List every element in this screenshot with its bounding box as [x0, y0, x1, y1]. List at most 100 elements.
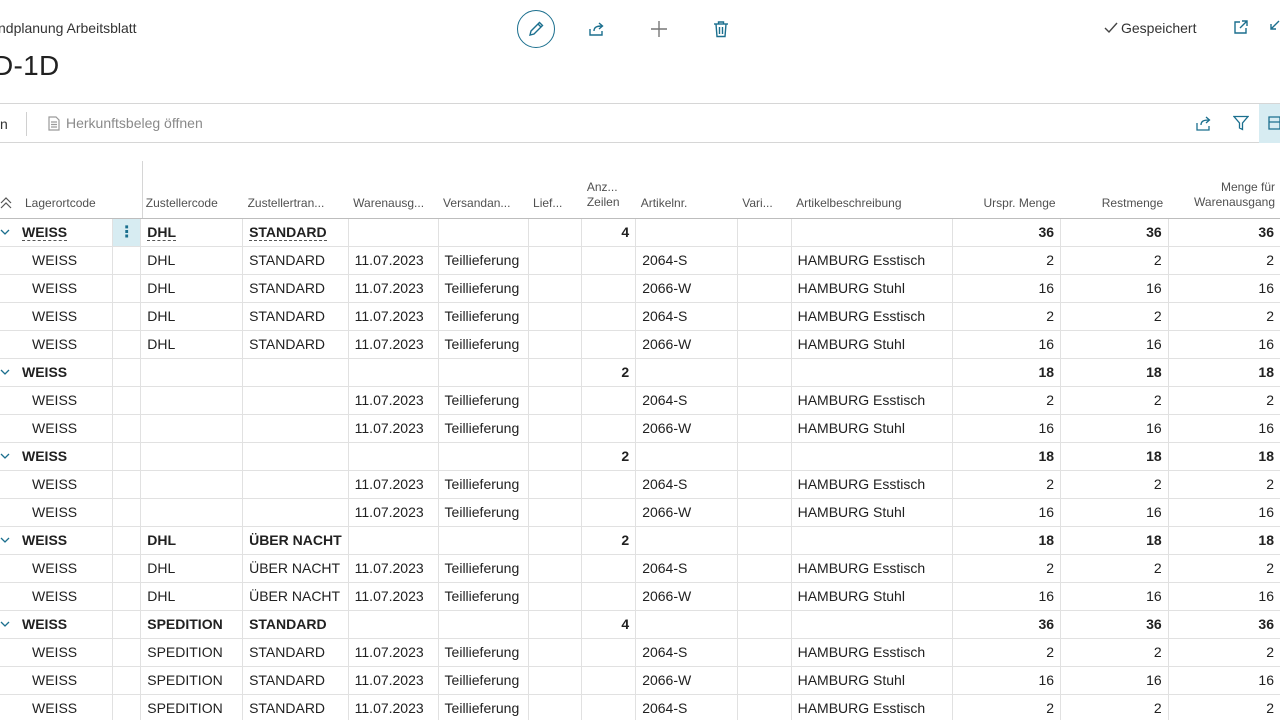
- cell-artikelbeschreibung[interactable]: [791, 610, 954, 639]
- cell-zustellercode[interactable]: [140, 470, 244, 499]
- cell-zustellertransport[interactable]: ÜBER NACHT: [242, 582, 349, 611]
- cell-zustellertransport[interactable]: [242, 386, 349, 415]
- cell-artikelbeschreibung[interactable]: HAMBURG Stuhl: [791, 666, 954, 695]
- chevron-down-icon[interactable]: [0, 452, 10, 460]
- cell-zustellercode[interactable]: DHL: [140, 554, 244, 583]
- cell-urspr-menge[interactable]: 16: [952, 274, 1062, 303]
- cell-lieferung[interactable]: [528, 386, 583, 415]
- column-header-versandanweisung[interactable]: Versandan...: [438, 161, 529, 219]
- cell-zustellercode[interactable]: DHL: [140, 246, 244, 275]
- chevron-down-icon[interactable]: [0, 368, 10, 376]
- cell-artikelbeschreibung[interactable]: HAMBURG Stuhl: [791, 414, 954, 443]
- cell-zustellercode[interactable]: SPEDITION: [140, 666, 244, 695]
- cell-restmenge[interactable]: 16: [1060, 414, 1169, 443]
- cell-variante[interactable]: [737, 666, 792, 695]
- cell-zustellercode[interactable]: DHL: [140, 302, 244, 331]
- cell-versandanweisung[interactable]: [438, 442, 529, 471]
- cell-zustellercode[interactable]: DHL: [140, 218, 244, 247]
- cell-lagerortcode[interactable]: WEISS: [0, 414, 114, 443]
- cell-zustellercode[interactable]: [140, 442, 244, 471]
- cell-artikelbeschreibung[interactable]: HAMBURG Esstisch: [791, 470, 954, 499]
- open-new-window-button[interactable]: [1233, 19, 1249, 40]
- cell-lagerortcode[interactable]: WEISS: [0, 498, 114, 527]
- cell-variante[interactable]: [737, 302, 792, 331]
- cell-urspr-menge[interactable]: 16: [952, 666, 1062, 695]
- cell-lagerortcode[interactable]: WEISS: [0, 554, 114, 583]
- cell-versandanweisung[interactable]: Teillieferung: [438, 386, 529, 415]
- table-row[interactable]: WEISS DHL STANDARD 11.07.2023 Teillieferung 2…: [0, 330, 1280, 359]
- cell-warenausgangsdatum[interactable]: 11.07.2023: [348, 330, 439, 359]
- table-row[interactable]: WEISS SPEDITION STANDARD 11.07.2023 Teillief…: [0, 694, 1280, 720]
- cell-artikelbeschreibung[interactable]: [791, 526, 954, 555]
- table-row[interactable]: WEISS 11.07.2023 Teillieferung 2066-W HAMBUR…: [0, 414, 1280, 443]
- cell-menge-warenausgang[interactable]: 2: [1168, 470, 1280, 499]
- cell-urspr-menge[interactable]: 18: [952, 526, 1062, 555]
- table-row[interactable]: WEISS SPEDITION STANDARD 11.07.2023 Teillief…: [0, 666, 1280, 695]
- cell-zustellertransport[interactable]: [242, 470, 349, 499]
- cell-artikelbeschreibung[interactable]: HAMBURG Esstisch: [791, 554, 954, 583]
- cell-zustellercode[interactable]: DHL: [140, 526, 244, 555]
- cell-artikelbeschreibung[interactable]: HAMBURG Stuhl: [791, 274, 954, 303]
- share-list-button[interactable]: [1196, 115, 1213, 136]
- cell-artikelnr[interactable]: [635, 358, 738, 387]
- cell-variante[interactable]: [737, 246, 792, 275]
- cell-zustellertransport[interactable]: STANDARD: [242, 666, 349, 695]
- cell-lagerortcode[interactable]: WEISS: [0, 442, 114, 471]
- cell-variante[interactable]: [737, 694, 792, 720]
- cell-restmenge[interactable]: 36: [1060, 610, 1169, 639]
- cell-artikelnr[interactable]: 2066-W: [635, 330, 738, 359]
- cell-menge-warenausgang[interactable]: 2: [1168, 694, 1280, 720]
- cell-zustellercode[interactable]: SPEDITION: [140, 610, 244, 639]
- cell-anzahl-zeilen[interactable]: [581, 330, 637, 359]
- group-row[interactable]: WEISS SPEDITION STANDARD 4 36 36 36: [0, 610, 1280, 639]
- column-header-lieferung[interactable]: Lief...: [528, 161, 582, 219]
- edit-button[interactable]: [517, 10, 555, 48]
- cell-warenausgangsdatum[interactable]: [348, 442, 439, 471]
- cell-lieferung[interactable]: [528, 218, 583, 247]
- cell-menge-warenausgang[interactable]: 2: [1168, 386, 1280, 415]
- cell-lieferung[interactable]: [528, 694, 583, 720]
- cell-warenausgangsdatum[interactable]: 11.07.2023: [348, 246, 439, 275]
- share-button[interactable]: [578, 10, 616, 48]
- column-header-anzahl-zeilen[interactable]: Anz... Zeilen: [581, 161, 636, 219]
- cell-restmenge[interactable]: 2: [1060, 302, 1169, 331]
- cell-anzahl-zeilen[interactable]: [581, 386, 637, 415]
- chevron-down-icon[interactable]: [0, 228, 10, 236]
- cell-versandanweisung[interactable]: [438, 610, 529, 639]
- cell-versandanweisung[interactable]: Teillieferung: [438, 274, 529, 303]
- cell-versandanweisung[interactable]: Teillieferung: [438, 554, 529, 583]
- cell-warenausgangsdatum[interactable]: 11.07.2023: [348, 638, 439, 667]
- action-truncated[interactable]: n: [0, 116, 8, 132]
- cell-variante[interactable]: [737, 498, 792, 527]
- cell-anzahl-zeilen[interactable]: [581, 694, 637, 720]
- cell-lieferung[interactable]: [528, 582, 583, 611]
- cell-warenausgangsdatum[interactable]: [348, 610, 439, 639]
- open-source-document-button[interactable]: Herkunftsbeleg öffnen: [48, 115, 203, 131]
- cell-artikelnr[interactable]: 2064-S: [635, 554, 738, 583]
- cell-artikelnr[interactable]: 2064-S: [635, 470, 738, 499]
- cell-restmenge[interactable]: 2: [1060, 694, 1169, 720]
- cell-urspr-menge[interactable]: 2: [952, 554, 1062, 583]
- cell-variante[interactable]: [737, 414, 792, 443]
- cell-versandanweisung[interactable]: Teillieferung: [438, 498, 529, 527]
- cell-warenausgangsdatum[interactable]: 11.07.2023: [348, 470, 439, 499]
- cell-menge-warenausgang[interactable]: 16: [1168, 498, 1280, 527]
- cell-restmenge[interactable]: 18: [1060, 526, 1169, 555]
- cell-warenausgangsdatum[interactable]: 11.07.2023: [348, 666, 439, 695]
- table-row[interactable]: WEISS DHL ÜBER NACHT 11.07.2023 Teillieferun…: [0, 582, 1280, 611]
- cell-lagerortcode[interactable]: WEISS: [0, 358, 114, 387]
- cell-lieferung[interactable]: [528, 470, 583, 499]
- cell-lagerortcode[interactable]: WEISS: [0, 330, 114, 359]
- cell-warenausgangsdatum[interactable]: [348, 358, 439, 387]
- cell-zustellercode[interactable]: [140, 386, 244, 415]
- cell-lagerortcode[interactable]: WEISS: [0, 610, 114, 639]
- more-options-button[interactable]: ⋮: [112, 218, 142, 247]
- column-header-lagerortcode[interactable]: Lagerortcode: [0, 161, 113, 219]
- cell-menge-warenausgang[interactable]: 16: [1168, 274, 1280, 303]
- cell-variante[interactable]: [737, 274, 792, 303]
- cell-artikelnr[interactable]: 2064-S: [635, 638, 738, 667]
- cell-restmenge[interactable]: 18: [1060, 442, 1169, 471]
- column-header-zustellertransport[interactable]: Zustellertran...: [242, 161, 349, 219]
- cell-zustellertransport[interactable]: STANDARD: [242, 274, 349, 303]
- cell-versandanweisung[interactable]: Teillieferung: [438, 302, 529, 331]
